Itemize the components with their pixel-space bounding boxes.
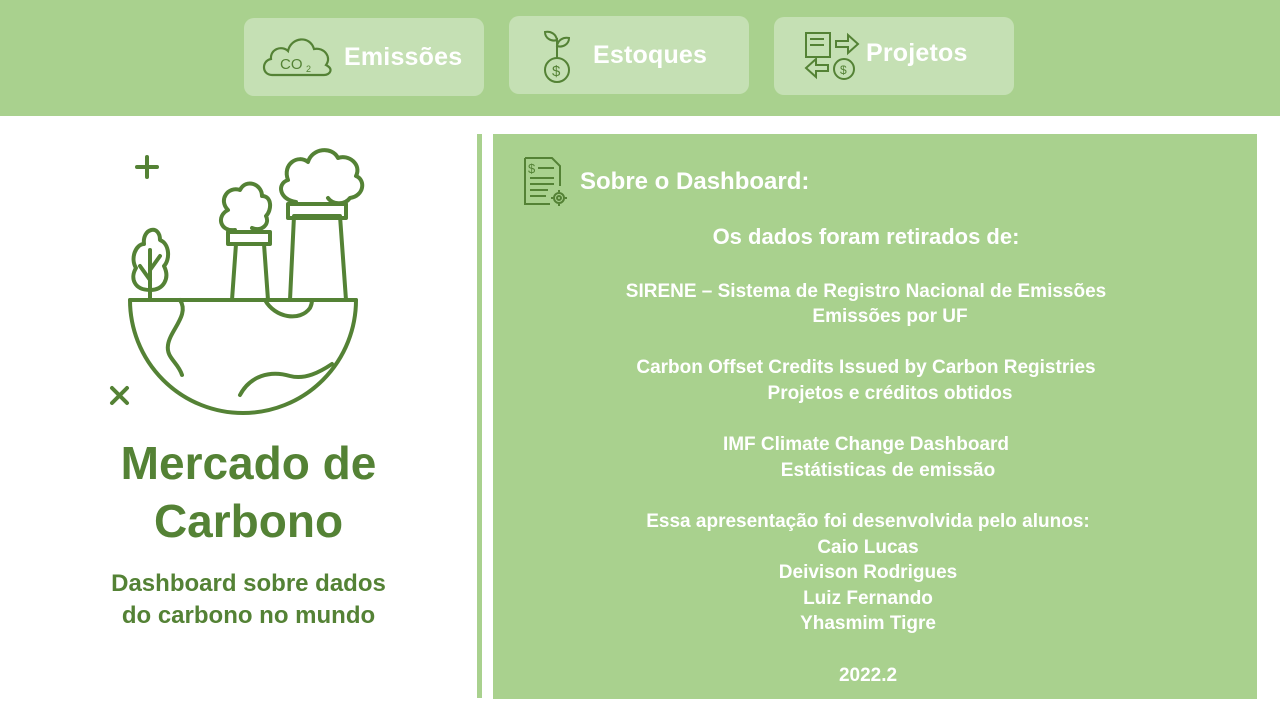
- author-2: Deivison Rodrigues: [778, 562, 958, 583]
- subtitle-line-1: Dashboard sobre dados: [111, 570, 386, 597]
- source-1-name: SIRENE – Sistema de Registro Nacional de…: [625, 281, 1107, 302]
- emissoes-label: Emissões: [344, 42, 463, 71]
- title-line-1: Mercado de: [120, 437, 377, 489]
- author-4: Yhasmim Tigre: [800, 613, 936, 634]
- plant-coin-icon: $: [543, 30, 571, 83]
- exchange-icon: $: [804, 32, 860, 80]
- source-2-name: Carbon Offset Credits Issued by Carbon R…: [636, 357, 1096, 378]
- estoques-button[interactable]: $ Estoques: [509, 16, 749, 94]
- svg-text:$: $: [840, 63, 847, 77]
- svg-text:$: $: [528, 161, 536, 176]
- source-3-desc: Estátisticas de emissão: [780, 460, 996, 481]
- source-3-name: IMF Climate Change Dashboard: [722, 434, 1010, 455]
- report-settings-icon: $: [524, 157, 567, 206]
- period-label: 2022.2: [838, 665, 898, 686]
- authors-intro: Essa apresentação foi desenvolvida pelo …: [646, 511, 1090, 532]
- sources-intro: Os dados foram retirados de:: [712, 224, 1020, 249]
- author-1: Caio Lucas: [817, 537, 919, 558]
- emissoes-button[interactable]: CO 2 Emissões: [244, 18, 484, 96]
- author-3: Luiz Fernando: [803, 588, 933, 609]
- svg-text:$: $: [552, 63, 561, 80]
- projetos-button[interactable]: $ Projetos: [774, 17, 1014, 95]
- subtitle-line-2: do carbono no mundo: [121, 602, 376, 629]
- co2-cloud-icon: CO 2: [262, 38, 332, 77]
- svg-text:2: 2: [306, 64, 311, 74]
- info-heading: Sobre o Dashboard:: [580, 168, 810, 195]
- vertical-divider: [477, 134, 482, 698]
- page-title: Mercado de Carbono: [0, 434, 497, 550]
- page-subtitle: Dashboard sobre dados do carbono no mund…: [0, 568, 497, 632]
- title-line-2: Carbono: [153, 495, 344, 547]
- estoques-label: Estoques: [593, 40, 708, 69]
- source-1-desc: Emissões por UF: [812, 306, 968, 327]
- factory-earth-icon: [110, 148, 365, 415]
- svg-text:CO: CO: [280, 56, 303, 73]
- source-2-desc: Projetos e créditos obtidos: [767, 383, 1013, 404]
- projetos-label: Projetos: [866, 38, 968, 67]
